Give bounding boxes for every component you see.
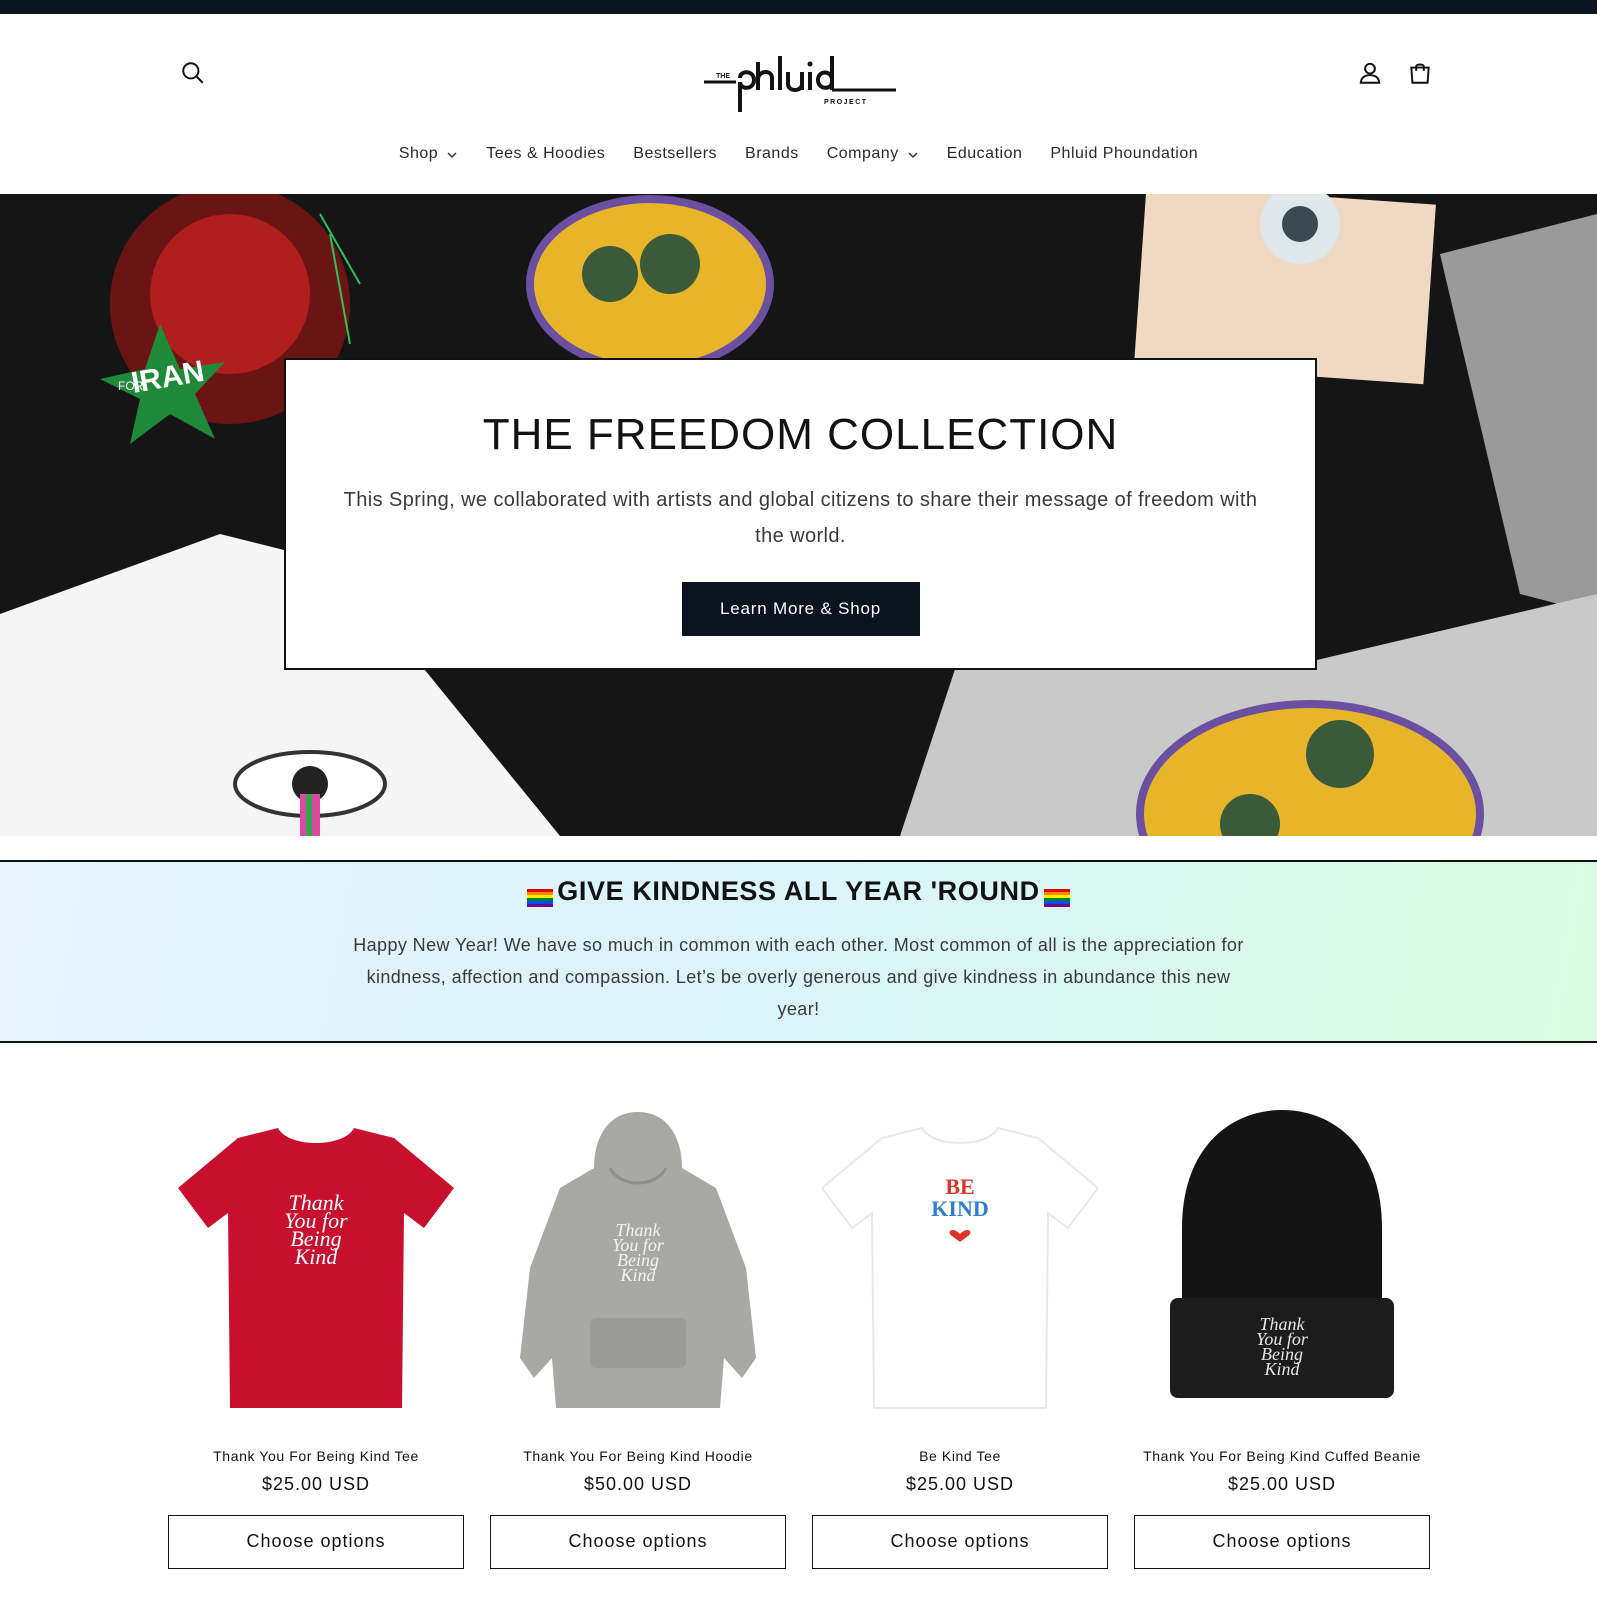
nav-label: Phluid Phoundation: [1050, 145, 1199, 162]
hero-description: This Spring, we collaborated with artist…: [343, 489, 1258, 547]
hero-banner: FOR IRAN THE FREEDOM COLLECTION This Spr…: [0, 194, 1597, 836]
search-icon[interactable]: [175, 55, 211, 91]
product-title[interactable]: Thank You For Being Kind Tee: [168, 1448, 464, 1464]
nav-label: Shop: [398, 145, 439, 162]
nav-item-bestsellers[interactable]: Bestsellers: [619, 134, 731, 174]
product-card: Thank You for Being Kind Thank You For B…: [490, 1108, 786, 1569]
product-title[interactable]: Thank You For Being Kind Cuffed Beanie: [1134, 1448, 1430, 1464]
svg-text:KIND: KIND: [931, 1196, 988, 1221]
learn-more-shop-button[interactable]: Learn More & Shop: [681, 582, 920, 636]
kindness-description: Happy New Year! We have so much in commo…: [353, 935, 1244, 1019]
product-title[interactable]: Thank You For Being Kind Hoodie: [490, 1448, 786, 1464]
product-image-beanie-black[interactable]: Thank You for Being Kind: [1134, 1108, 1430, 1428]
chevron-down-icon: [446, 148, 458, 160]
kindness-banner: GIVE KINDNESS ALL YEAR 'ROUND Happy New …: [0, 860, 1597, 1043]
rainbow-flag-icon: [1043, 883, 1070, 907]
announcement-bar: [0, 0, 1597, 14]
nav-label: Bestsellers: [633, 145, 718, 162]
nav-label: Tees & Hoodies: [486, 145, 606, 162]
svg-text:Kind: Kind: [1263, 1359, 1300, 1379]
product-price: $25.00 USD: [261, 1474, 371, 1494]
product-price: $50.00 USD: [583, 1474, 693, 1494]
product-image-tee-white[interactable]: BE KIND: [812, 1108, 1108, 1428]
nav-item-company[interactable]: Company: [813, 134, 933, 174]
nav-item-tees-hoodies[interactable]: Tees & Hoodies: [472, 134, 619, 174]
product-price: $25.00 USD: [905, 1474, 1015, 1494]
choose-options-button[interactable]: Choose options: [168, 1515, 464, 1569]
logo-the: THE: [716, 73, 730, 80]
product-image-tee-red[interactable]: Thank You for Being Kind: [168, 1108, 464, 1428]
site-header: THE PROJECT Shop Tees & Hoodies Bestsell…: [0, 14, 1597, 194]
product-card: Thank You for Being Kind Thank You For B…: [1134, 1108, 1430, 1569]
nav-item-shop[interactable]: Shop: [385, 134, 472, 174]
user-icon[interactable]: [1352, 55, 1388, 91]
svg-text:PROJECT: PROJECT: [824, 99, 868, 106]
kindness-title: GIVE KINDNESS ALL YEAR 'ROUND: [0, 876, 1597, 907]
nav-item-phluid-phoundation[interactable]: Phluid Phoundation: [1036, 134, 1212, 174]
kindness-title-text: GIVE KINDNESS ALL YEAR 'ROUND: [557, 876, 1040, 906]
product-price: $25.00 USD: [1227, 1474, 1337, 1494]
cart-icon[interactable]: [1402, 55, 1438, 91]
hero-title: THE FREEDOM COLLECTION: [482, 410, 1119, 459]
nav-label: Education: [946, 145, 1023, 162]
nav-label: Brands: [745, 145, 799, 162]
product-image-hoodie-grey[interactable]: Thank You for Being Kind: [490, 1108, 786, 1428]
hero-content-box: THE FREEDOM COLLECTION This Spring, we c…: [284, 358, 1317, 670]
logo[interactable]: THE PROJECT: [700, 42, 900, 118]
choose-options-button[interactable]: Choose options: [490, 1515, 786, 1569]
nav-label: Company: [826, 145, 899, 162]
chevron-down-icon: [907, 148, 919, 160]
product-title[interactable]: Be Kind Tee: [812, 1448, 1108, 1464]
rainbow-flag-icon: [527, 883, 554, 907]
nav-item-education[interactable]: Education: [933, 134, 1037, 174]
product-card: Thank You for Being Kind Thank You For B…: [168, 1108, 464, 1569]
main-nav: Shop Tees & Hoodies Bestsellers Brands C…: [0, 134, 1597, 174]
product-card: BE KIND Be Kind Tee $25.00 USD Choose op…: [812, 1108, 1108, 1569]
choose-options-button[interactable]: Choose options: [1134, 1515, 1430, 1569]
product-grid: Thank You for Being Kind Thank You For B…: [168, 1108, 1432, 1569]
svg-text:Kind: Kind: [619, 1265, 656, 1285]
nav-item-brands[interactable]: Brands: [731, 134, 813, 174]
choose-options-button[interactable]: Choose options: [812, 1515, 1108, 1569]
svg-text:Kind: Kind: [294, 1244, 339, 1269]
